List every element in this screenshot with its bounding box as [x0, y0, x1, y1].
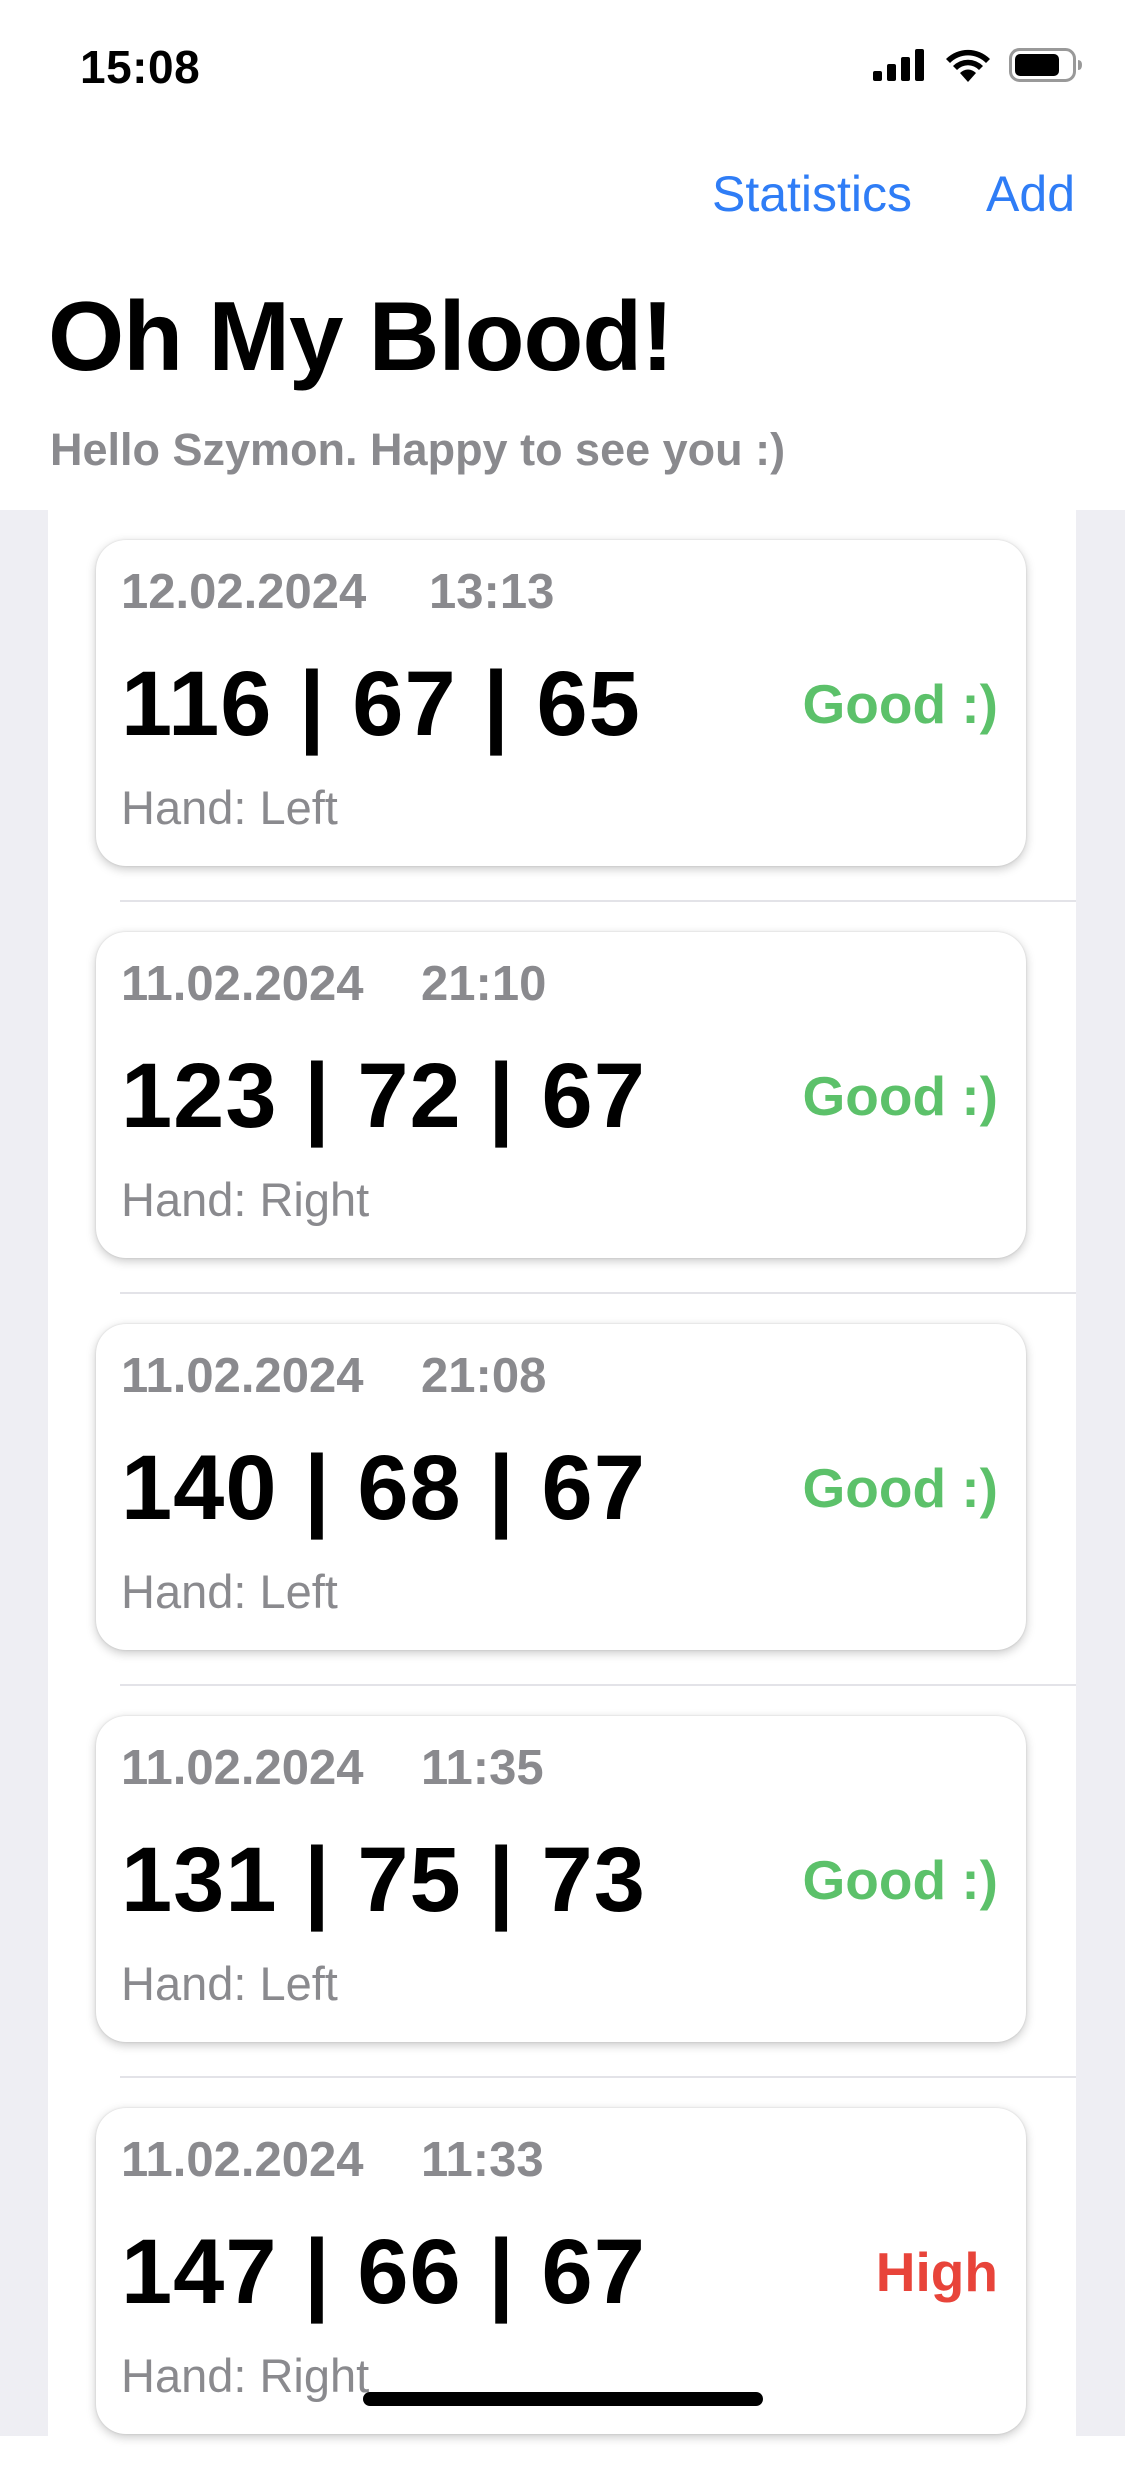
battery-icon [1009, 48, 1082, 82]
status-time: 15:08 [80, 41, 201, 93]
hand-label: Hand: Right [121, 1173, 370, 1226]
measurement-card[interactable]: 12.02.2024 13:13 116 | 67 | 65 Good :) H… [96, 540, 1026, 866]
status-icons [873, 48, 1083, 82]
list-item[interactable]: 11.02.2024 21:08 140 | 68 | 67 Good :) H… [48, 1294, 1076, 1686]
cellular-signal-icon [873, 49, 924, 81]
status-label: Good :) [802, 1849, 998, 1911]
list-item[interactable]: 11.02.2024 21:10 123 | 72 | 67 Good :) H… [48, 902, 1076, 1294]
measurement-time: 21:08 [421, 1349, 547, 1403]
status-label: High [875, 2241, 998, 2303]
measurement-time: 21:10 [421, 957, 547, 1011]
measurement-values: 131 | 75 | 73 [121, 1829, 646, 1931]
measurement-values: 116 | 67 | 65 [121, 653, 641, 755]
list-item[interactable]: 11.02.2024 11:33 147 | 66 | 67 High Hand… [48, 2078, 1076, 2470]
measurement-date: 11.02.2024 [121, 957, 364, 1011]
status-bar: 15:08 [0, 0, 1125, 140]
status-label: Good :) [802, 1457, 998, 1519]
wifi-icon [946, 49, 990, 82]
measurement-time: 13:13 [429, 565, 555, 619]
hand-label: Hand: Left [121, 1565, 338, 1618]
status-label: Good :) [802, 1065, 998, 1127]
add-button[interactable]: Add [986, 165, 1075, 223]
measurement-date: 11.02.2024 [121, 2133, 364, 2187]
measurement-time: 11:33 [421, 2133, 544, 2187]
measurement-values: 123 | 72 | 67 [121, 1045, 646, 1147]
navigation-bar: Statistics Add [712, 165, 1075, 223]
status-label: Good :) [802, 673, 998, 735]
measurement-list: 12.02.2024 13:13 116 | 67 | 65 Good :) H… [48, 510, 1076, 2436]
greeting-subtitle: Hello Szymon. Happy to see you :) [50, 424, 786, 475]
measurement-card[interactable]: 11.02.2024 11:33 147 | 66 | 67 High Hand… [96, 2108, 1026, 2434]
hand-label: Hand: Right [121, 2349, 370, 2402]
measurement-card[interactable]: 11.02.2024 21:08 140 | 68 | 67 Good :) H… [96, 1324, 1026, 1650]
hand-label: Hand: Left [121, 1957, 338, 2010]
page-title: Oh My Blood! [48, 281, 674, 391]
measurement-date: 11.02.2024 [121, 1741, 364, 1795]
measurement-values: 147 | 66 | 67 [121, 2221, 646, 2323]
measurement-card[interactable]: 11.02.2024 21:10 123 | 72 | 67 Good :) H… [96, 932, 1026, 1258]
statistics-button[interactable]: Statistics [712, 165, 912, 223]
measurement-time: 11:35 [421, 1741, 544, 1795]
measurement-values: 140 | 68 | 67 [121, 1437, 646, 1539]
measurement-date: 11.02.2024 [121, 1349, 364, 1403]
measurement-card[interactable]: 11.02.2024 11:35 131 | 75 | 73 Good :) H… [96, 1716, 1026, 2042]
list-item[interactable]: 11.02.2024 11:35 131 | 75 | 73 Good :) H… [48, 1686, 1076, 2078]
home-indicator[interactable] [363, 2392, 763, 2406]
hand-label: Hand: Left [121, 781, 338, 834]
list-item[interactable]: 12.02.2024 13:13 116 | 67 | 65 Good :) H… [48, 510, 1076, 902]
measurement-date: 12.02.2024 [121, 565, 367, 619]
